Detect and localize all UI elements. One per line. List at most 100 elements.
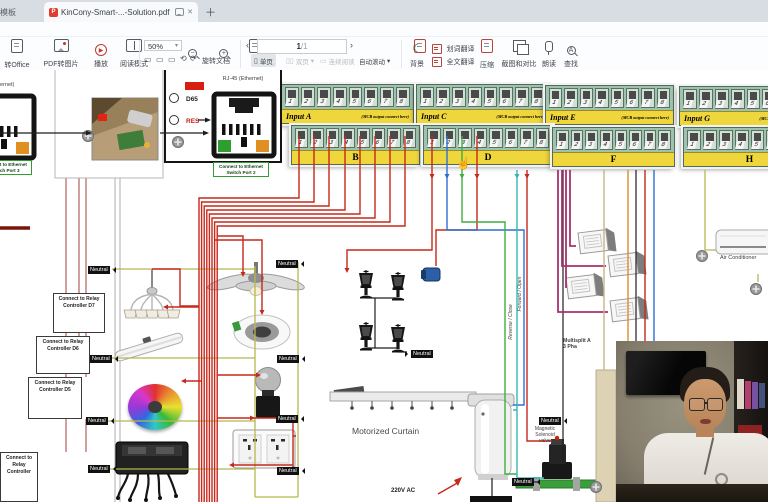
- terminal-number: 4: [595, 99, 605, 107]
- compress-label: 压缩: [474, 60, 500, 70]
- relay-controller-box: Connect to Relay Controller D6: [36, 336, 90, 374]
- input-g-label: Input G: [684, 114, 710, 123]
- green-wires: [462, 136, 517, 474]
- terminal-number: 6: [499, 98, 509, 106]
- double-page-button[interactable]: ▯▯ 双页 ▾: [283, 54, 317, 67]
- res-led: [170, 116, 179, 125]
- read-aloud-label: 朗读: [538, 59, 560, 69]
- terminal-number: 5: [489, 139, 499, 147]
- terminal-slot: [539, 131, 547, 139]
- fit-page-icon[interactable]: ▭: [144, 55, 152, 64]
- chevron-down-icon: ▾: [311, 57, 314, 65]
- block-h-label: H: [746, 155, 753, 165]
- terminal-cell-2: 2: [571, 130, 584, 150]
- terminal-number: 3: [719, 141, 729, 149]
- actual-size-icon[interactable]: ▭: [168, 55, 176, 64]
- terminal-number: 2: [571, 141, 581, 149]
- terminal-slot: [647, 133, 654, 141]
- terminal-cell-6: 6: [626, 88, 639, 108]
- pdf-to-image-label: PDF转图片: [38, 59, 84, 69]
- terminal-number: 3: [585, 141, 595, 149]
- terminal-slot: [508, 131, 516, 139]
- find-button[interactable]: A 查找: [560, 39, 582, 69]
- auto-scroll-button[interactable]: 自动滚动 ▾: [356, 54, 393, 67]
- full-translate-label: 全文翻译: [446, 59, 474, 66]
- moon-icon: ☾: [412, 43, 422, 55]
- read-aloud-button[interactable]: 朗读: [538, 39, 560, 69]
- screw-icon: [173, 137, 184, 148]
- block-f-label: F: [611, 155, 617, 165]
- output-strip-h: 12345678 H: [683, 127, 768, 167]
- terminal-slot: [406, 131, 413, 139]
- terminal-slot: [298, 131, 305, 139]
- next-page-icon[interactable]: ›: [350, 40, 353, 50]
- single-page-button[interactable]: ▯ 单页: [251, 54, 276, 67]
- rotate-document-label[interactable]: 旋转文档: [202, 56, 230, 66]
- fit-width-icon[interactable]: ▭: [156, 55, 164, 64]
- terminal-slot: [304, 90, 312, 98]
- terminal-slot: [523, 131, 531, 139]
- multisplit-line2: 3 Pha: [563, 344, 591, 350]
- terminal-slot: [588, 133, 595, 141]
- terminal-number: 6: [364, 98, 374, 106]
- background-tab[interactable]: 模板: [0, 4, 40, 22]
- terminal-slot: [352, 90, 360, 98]
- terminal-slot: [706, 133, 714, 141]
- terminal-slot: [329, 131, 336, 139]
- terminal-cell-4: 4: [474, 128, 488, 148]
- compress-button[interactable]: 压缩: [474, 39, 500, 70]
- chandelier: [124, 269, 180, 318]
- res-label: RES: [186, 118, 200, 125]
- search-icon: A: [567, 46, 576, 55]
- terminal-cell-7: 7: [380, 87, 394, 107]
- garden-lantern: [391, 272, 405, 301]
- curtain-power-box: [470, 496, 512, 502]
- hardware-photo: [92, 98, 158, 160]
- rj45-title-partial: ernet): [0, 82, 14, 88]
- continuous-icon: ▭: [320, 57, 327, 65]
- terminal-slot: [455, 90, 463, 98]
- terminal-slot: [518, 90, 526, 98]
- neutral-label: Neutral: [88, 465, 110, 473]
- continuous-read-button[interactable]: ▭ 连续阅读: [317, 54, 358, 67]
- terminal-cell-3: 3: [458, 128, 472, 148]
- terminal-number: 2: [310, 139, 320, 147]
- tab-kincony-pdf[interactable]: P KinCony-Smart-...-Solution.pdf ✕: [44, 2, 198, 22]
- terminal-number: 8: [403, 139, 413, 147]
- pdf-to-image-button[interactable]: PDF转图片: [38, 39, 84, 69]
- terminal-number: 5: [615, 141, 625, 149]
- play-button[interactable]: ▶ 播放: [86, 39, 116, 69]
- new-tab-button[interactable]: ＋: [205, 4, 216, 20]
- terminal-cell-5: 5: [357, 128, 370, 148]
- terminal-slot: [390, 131, 397, 139]
- close-tab-icon[interactable]: ✕: [187, 8, 193, 16]
- terminal-cell-1: 1: [556, 130, 569, 150]
- terminal-number: 8: [657, 99, 667, 107]
- terminal-number: 1: [285, 98, 295, 106]
- garden-lantern: [359, 322, 373, 351]
- terminal-slot: [288, 90, 296, 98]
- terminal-slot: [690, 133, 698, 141]
- background-button[interactable]: ☾ 背景: [404, 39, 430, 69]
- prev-page-icon[interactable]: ‹: [246, 40, 249, 50]
- output-strip-f: 12345678 F: [552, 127, 675, 167]
- forward-open-label: Forward / Open: [517, 276, 523, 311]
- cable-junction-box: [116, 442, 188, 502]
- glasses-left-lens: [689, 398, 705, 411]
- page-number-input[interactable]: 1/1: [257, 39, 347, 54]
- terminal-slot: [738, 133, 746, 141]
- terminal-slot: [534, 90, 542, 98]
- rotate-right-icon[interactable]: ⟳: [190, 54, 197, 63]
- terminal-slot: [477, 131, 485, 139]
- terminal-slot: [320, 90, 328, 98]
- terminal-slot: [660, 91, 667, 99]
- terminal-number: 5: [751, 141, 761, 149]
- rotate-left-icon[interactable]: ⟲: [180, 54, 187, 63]
- terminal-row: 12345678: [292, 126, 419, 150]
- pdf-file-icon: P: [49, 8, 58, 17]
- comment-bubble-icon[interactable]: [175, 8, 184, 16]
- zoom-select[interactable]: 50% ▾: [144, 40, 182, 51]
- glasses-bridge: [704, 402, 708, 404]
- screenshot-compare-button[interactable]: 截图和对比: [498, 39, 540, 69]
- to-office-button[interactable]: 转Office: [0, 39, 38, 70]
